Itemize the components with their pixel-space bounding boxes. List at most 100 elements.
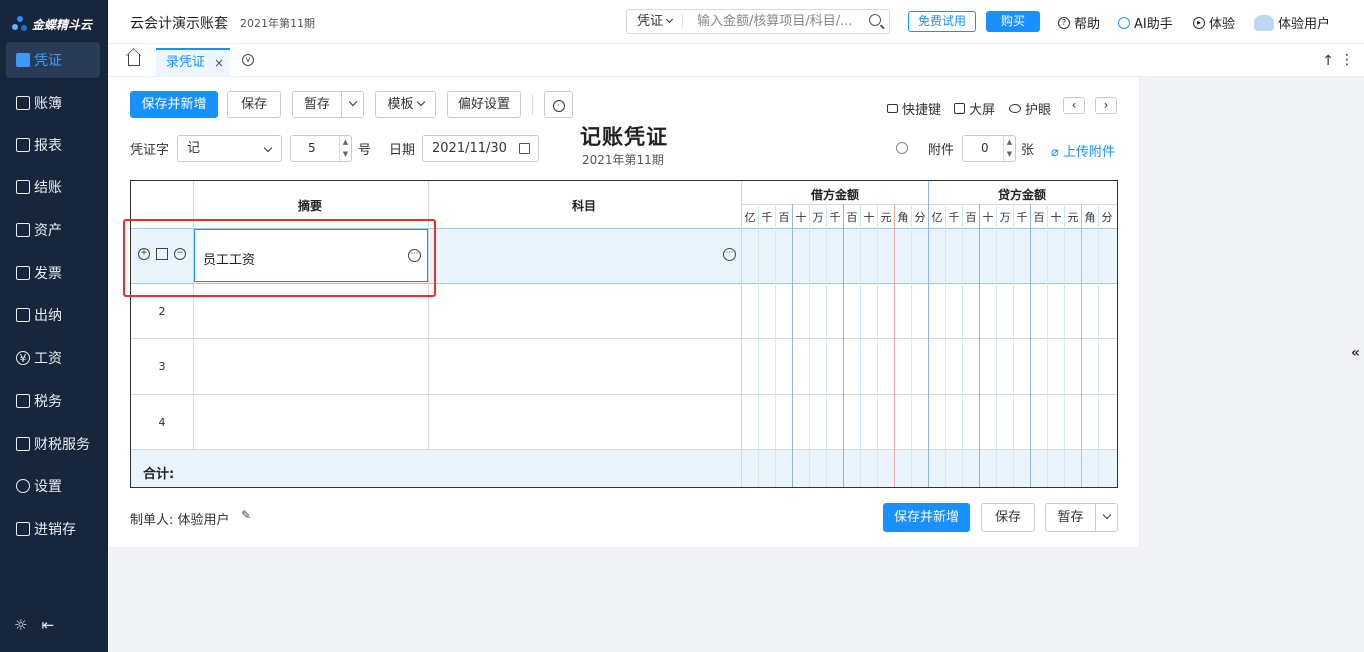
account-more-icon[interactable]: ···: [723, 248, 736, 261]
sidebar-item-tax[interactable]: 税务: [6, 383, 100, 419]
sidebar-item-salary[interactable]: ¥ 工资: [6, 340, 100, 376]
tab-record-voucher[interactable]: 录凭证 ×: [156, 48, 230, 77]
upload-attachment-link[interactable]: ⌀ 上传附件: [1051, 141, 1115, 160]
avatar: [1254, 14, 1274, 31]
free-trial-button[interactable]: 免费试用: [908, 11, 976, 32]
draft-dropdown[interactable]: [1095, 504, 1117, 531]
digit-col-line: [1098, 204, 1099, 487]
search-input[interactable]: [697, 10, 867, 33]
sidebar-item-voucher[interactable]: 凭证: [6, 42, 100, 78]
sidebar-item-closing[interactable]: 结账: [6, 169, 100, 205]
prev-voucher-button[interactable]: ‹: [1063, 97, 1085, 114]
attachments-unit: 张: [1021, 143, 1035, 158]
sidebar-item-settings[interactable]: 设置: [6, 468, 100, 504]
draft-label: 暂存: [1057, 510, 1084, 525]
upload-label: 上传附件: [1062, 145, 1115, 160]
theme-icon[interactable]: ☼: [14, 616, 27, 634]
row-line: [131, 449, 1117, 450]
digit-col-line: [826, 204, 827, 487]
voucher-title: 记账凭证: [580, 125, 668, 149]
help-link[interactable]: ? 帮助: [1058, 13, 1100, 32]
draft-dropdown[interactable]: [341, 92, 363, 117]
summary-cell[interactable]: [194, 339, 428, 394]
digit-col-line: [979, 204, 980, 487]
collapse-sidebar-icon[interactable]: ⇤: [41, 616, 54, 634]
shortcuts-link[interactable]: 快捷键: [887, 99, 941, 118]
cashier-icon: [16, 308, 30, 322]
attachments-stepper[interactable]: 0 ▲ ▼: [962, 135, 1016, 162]
settings-icon: [16, 479, 30, 493]
preferences-button[interactable]: 偏好设置: [447, 91, 521, 118]
credit-digit-header: 百: [1033, 211, 1045, 224]
account-header: 科目: [572, 199, 597, 213]
voucher-number-stepper[interactable]: 5 ▲ ▼: [290, 135, 352, 162]
sidebar-item-inventory[interactable]: 进销存: [6, 511, 100, 547]
footer-draft-button[interactable]: 暂存: [1045, 503, 1118, 532]
draft-button[interactable]: 暂存: [292, 91, 364, 118]
stepper-arrows[interactable]: ▲ ▼: [1003, 136, 1015, 161]
calendar-icon: [519, 143, 530, 154]
sidebar-item-finance-service[interactable]: 财税服务: [6, 426, 100, 462]
chevron-down-icon: [665, 15, 674, 24]
number-suffix: 号: [358, 143, 372, 158]
credit-digit-header: 角: [1084, 211, 1096, 224]
save-new-button[interactable]: 保存并新增: [130, 91, 218, 118]
account-cell[interactable]: [429, 339, 741, 394]
chevron-down-icon[interactable]: v: [242, 54, 254, 66]
save-button[interactable]: 保存: [227, 91, 281, 118]
next-voucher-button[interactable]: ›: [1095, 97, 1117, 114]
tab-label: 录凭证: [166, 55, 206, 70]
search-type-label: 凭证: [637, 14, 664, 29]
attachments-label: 附件: [928, 143, 955, 158]
template-button[interactable]: 模板: [375, 91, 436, 118]
buy-button[interactable]: 购买: [986, 11, 1040, 32]
sidebar-item-label: 账簿: [34, 96, 62, 112]
date-value: 2021/11/30: [432, 141, 507, 156]
close-icon[interactable]: ×: [214, 50, 224, 76]
topbar: 云会计演示账套 2021年第11期 凭证 免费试用 购买 ? 帮助 AI助手 ▸…: [108, 0, 1364, 44]
maker-info: 制单人: 体验用户: [130, 509, 230, 528]
sidebar-item-invoice[interactable]: 发票: [6, 255, 100, 291]
date-picker[interactable]: 2021/11/30: [422, 135, 539, 162]
debit-header: 借方金额: [811, 188, 860, 202]
digit-col-line: [775, 204, 776, 487]
global-search: 凭证: [626, 9, 890, 34]
sidebar-item-asset[interactable]: 资产: [6, 212, 100, 248]
sidebar-item-ledger[interactable]: 账簿: [6, 85, 100, 121]
row-number: 4: [158, 416, 166, 429]
search-icon[interactable]: [896, 142, 908, 154]
account-cell[interactable]: [429, 395, 741, 449]
arrow-up-icon[interactable]: ↑: [1322, 53, 1334, 69]
search-icon[interactable]: [869, 14, 881, 26]
fullscreen-link[interactable]: 大屏: [954, 99, 995, 118]
account-cell[interactable]: [429, 229, 741, 283]
voucher-word-select[interactable]: 记: [177, 135, 282, 162]
debit-digit-header: 十: [795, 211, 807, 224]
search-type-select[interactable]: 凭证: [627, 14, 683, 29]
more-icon[interactable]: ⋮: [1340, 52, 1354, 68]
settings-button[interactable]: ·: [544, 91, 573, 118]
summary-cell[interactable]: [194, 395, 428, 449]
user-menu[interactable]: 体验用户: [1254, 13, 1330, 32]
eye-care-link[interactable]: 护眼: [1009, 99, 1051, 118]
sidebar-item-label: 凭证: [34, 53, 62, 69]
debit-digit-header: 分: [914, 211, 926, 224]
tax-icon: [16, 394, 30, 408]
footer-save-new-button[interactable]: 保存并新增: [883, 503, 970, 532]
sidebar-item-report[interactable]: 报表: [6, 127, 100, 163]
sidebar-item-label: 资产: [34, 223, 62, 239]
stepper-arrows[interactable]: ▲ ▼: [339, 136, 351, 161]
edit-icon[interactable]: ✎: [241, 508, 251, 522]
digit-col-line: [1030, 204, 1031, 487]
sidebar-item-cashier[interactable]: 出纳: [6, 297, 100, 333]
expand-panel-icon[interactable]: «: [1351, 345, 1360, 361]
toolbar-divider: [532, 95, 533, 115]
digit-col-line: [860, 204, 861, 487]
amount-header-divider: [742, 204, 1117, 205]
experience-link[interactable]: ▸ 体验: [1193, 13, 1235, 32]
home-icon[interactable]: [128, 54, 140, 66]
account-cell[interactable]: [429, 284, 741, 338]
ai-assistant-link[interactable]: AI助手: [1118, 13, 1173, 32]
account-name[interactable]: 云会计演示账套: [130, 13, 228, 33]
footer-save-button[interactable]: 保存: [981, 503, 1035, 532]
